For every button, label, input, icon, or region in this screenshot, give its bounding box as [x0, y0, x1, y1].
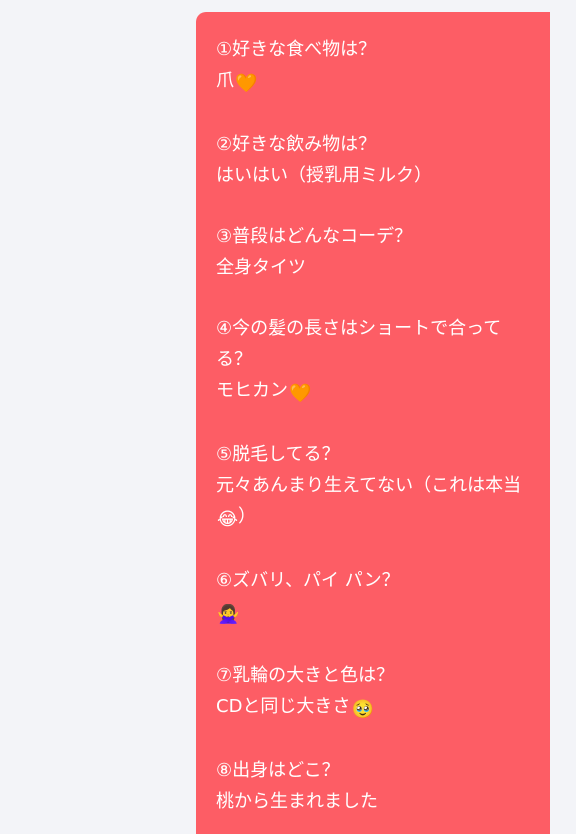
qa-item-4: ④今の髪の長さはショートで合ってる？ モヒカン🧡	[216, 313, 532, 409]
answer-4-line: モヒカン🧡	[216, 375, 532, 409]
answer-2: はいはい（授乳用ミルク）	[216, 165, 432, 186]
answer-6-line: 🙅‍♀️	[216, 596, 532, 630]
orange-heart-icon: 🧡	[289, 383, 312, 404]
answer-1-line: 爪🧡	[216, 65, 532, 99]
question-3: ③普段はどんなコーデ？	[216, 226, 413, 247]
answer-7: CDと同じ大きさ	[216, 696, 351, 717]
question-5: ⑤脱毛してる？	[216, 444, 340, 465]
question-2: ②好きな飲み物は？	[216, 134, 377, 155]
message-bubble: ①好きな食べ物は？ 爪🧡 ②好きな飲み物は？ はいはい（授乳用ミルク） ③普段は…	[196, 12, 550, 834]
question-7: ⑦乳輪の大きと色は？	[216, 665, 395, 686]
answer-5-line: 元々あんまり生えてない（これは本当 😂）	[216, 470, 532, 535]
no-gesture-icon: 🙅‍♀️	[217, 604, 240, 625]
qa-item-6: ⑥ズバリ、パイ パン？ 🙅‍♀️	[216, 565, 532, 630]
pleading-face-icon: 🥹	[351, 699, 374, 720]
answer-3: 全身タイツ	[216, 257, 306, 278]
qa-item-2: ②好きな飲み物は？ はいはい（授乳用ミルク）	[216, 129, 532, 191]
tears-of-joy-icon: 😂	[217, 509, 239, 530]
orange-heart-icon: 🧡	[235, 73, 258, 94]
answer-8: 桃から生まれました	[216, 791, 378, 812]
question-4: ④今の髪の長さはショートで合ってる？	[216, 318, 502, 370]
qa-item-8: ⑧出身はどこ？ 桃から生まれました	[216, 755, 532, 817]
qa-item-7: ⑦乳輪の大きと色は？ CDと同じ大きさ🥹	[216, 660, 532, 725]
question-6: ⑥ズバリ、パイ パン？	[216, 570, 400, 591]
qa-item-3: ③普段はどんなコーデ？ 全身タイツ	[216, 221, 532, 283]
qa-item-1: ①好きな食べ物は？ 爪🧡	[216, 34, 532, 99]
chat-screen: ①好きな食べ物は？ 爪🧡 ②好きな飲み物は？ はいはい（授乳用ミルク） ③普段は…	[0, 0, 576, 834]
answer-7-line: CDと同じ大きさ🥹	[216, 691, 532, 725]
qa-item-5: ⑤脱毛してる？ 元々あんまり生えてない（これは本当 😂）	[216, 439, 532, 535]
answer-1: 爪	[216, 70, 234, 91]
question-1: ①好きな食べ物は？	[216, 39, 377, 60]
answer-4: モヒカン	[216, 380, 288, 401]
answer-5-suffix: ）	[238, 506, 257, 527]
answer-5: 元々あんまり生えてない（これは本当	[216, 475, 522, 496]
question-8: ⑧出身はどこ？	[216, 760, 340, 781]
